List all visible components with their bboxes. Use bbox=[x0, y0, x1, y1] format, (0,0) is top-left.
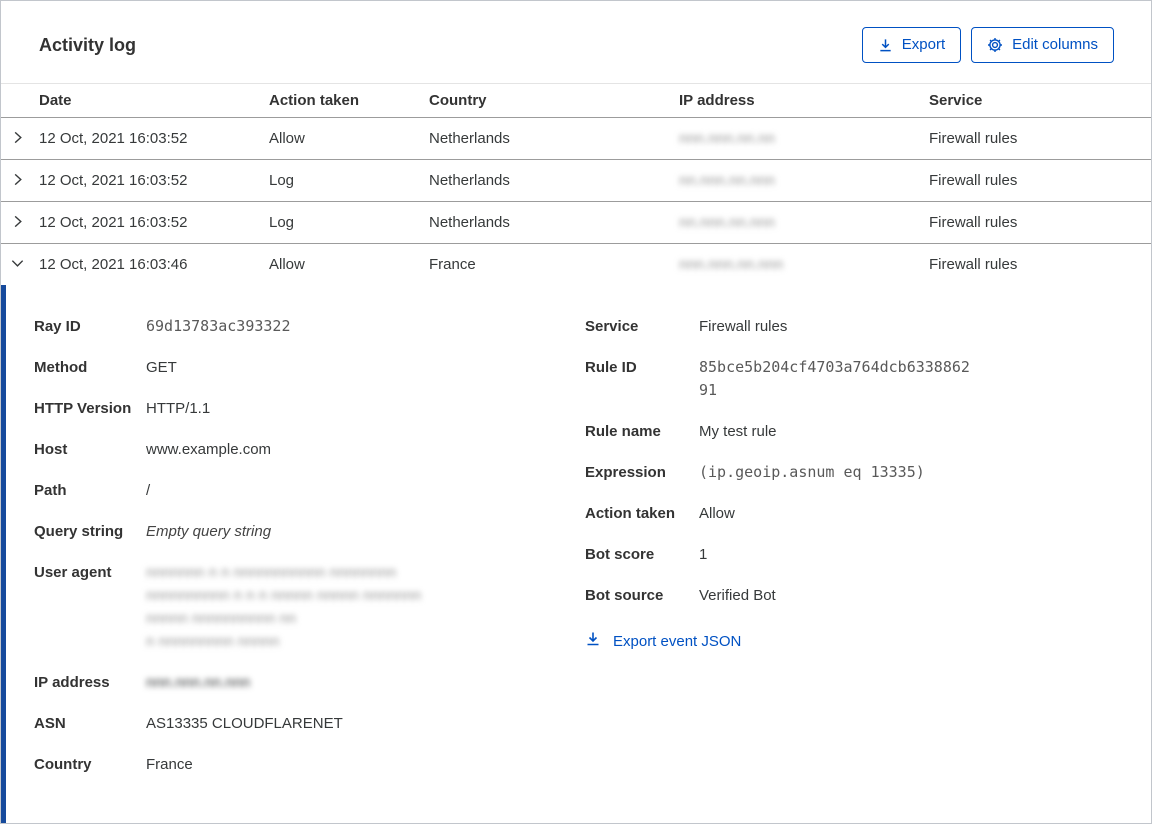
cell-service: Firewall rules bbox=[929, 130, 1018, 147]
cell-date: 12 Oct, 2021 16:03:52 bbox=[39, 172, 188, 189]
field-value-bot-source: Verified Bot bbox=[699, 587, 776, 604]
cell-ip-address-redacted: nnn.nnn.nn.nnn bbox=[679, 256, 784, 273]
edit-columns-button[interactable]: Edit columns bbox=[971, 27, 1114, 63]
field-label-rule-id: Rule ID bbox=[585, 359, 637, 376]
cell-country: Netherlands bbox=[429, 130, 510, 147]
table-row[interactable]: 12 Oct, 2021 16:03:52 Allow Netherlands … bbox=[1, 118, 1151, 160]
cell-action-taken: Allow bbox=[269, 256, 305, 273]
user-agent-line: nnnnnnnnnn n n n nnnnn nnnnn nnnnnnn bbox=[146, 587, 422, 604]
detail-left-column: Ray ID 69d13783ac393322 Method GET HTTP Ve… bbox=[34, 315, 585, 823]
field-value-rule-id: 85bce5b204cf4703a764dcb633886291 bbox=[699, 358, 970, 399]
table-row[interactable]: 12 Oct, 2021 16:03:52 Log Netherlands nn… bbox=[1, 160, 1151, 202]
chevron-right-icon bbox=[10, 130, 25, 148]
user-agent-line: n nnnnnnnnn nnnnn bbox=[146, 633, 280, 650]
field-label-expression: Expression bbox=[585, 464, 666, 481]
edit-columns-button-label: Edit columns bbox=[1012, 36, 1098, 53]
cell-ip-address-redacted: nnn.nnn.nn.nn bbox=[679, 130, 775, 147]
column-header-country: Country bbox=[429, 92, 487, 109]
export-button[interactable]: Export bbox=[861, 27, 962, 63]
field-value-action-taken: Allow bbox=[699, 505, 735, 522]
cell-service: Firewall rules bbox=[929, 256, 1018, 273]
field-value-query-string: Empty query string bbox=[146, 523, 272, 540]
expand-row-button[interactable] bbox=[10, 214, 25, 232]
cell-action-taken: Allow bbox=[269, 130, 305, 147]
column-header-action-taken: Action taken bbox=[269, 92, 360, 109]
field-value-asn: AS13335 CLOUDFLARENET bbox=[146, 715, 343, 732]
expand-row-button[interactable] bbox=[10, 130, 25, 148]
page-title: Activity log bbox=[39, 34, 137, 55]
export-event-json-label: Export event JSON bbox=[613, 632, 742, 650]
field-label-service: Service bbox=[585, 318, 639, 335]
table-row-expanded[interactable]: 12 Oct, 2021 16:03:46 Allow France nnn.n… bbox=[1, 244, 1151, 285]
toolbar: Export Edit columns bbox=[861, 27, 1114, 63]
event-detail-panel: Ray ID 69d13783ac393322 Method GET HTTP Ve… bbox=[1, 285, 1151, 823]
cell-country: Netherlands bbox=[429, 214, 510, 231]
chevron-down-icon bbox=[10, 256, 25, 274]
cell-ip-address-redacted: nn.nnn.nn.nnn bbox=[679, 172, 775, 189]
field-label-bot-score: Bot score bbox=[585, 546, 655, 563]
cell-date: 12 Oct, 2021 16:03:52 bbox=[39, 130, 188, 147]
field-value-ray-id: 69d13783ac393322 bbox=[146, 317, 291, 335]
field-value-service: Firewall rules bbox=[699, 318, 788, 335]
field-label-user-agent: User agent bbox=[34, 564, 112, 581]
field-value-rule-name: My test rule bbox=[699, 423, 777, 440]
chevron-right-icon bbox=[10, 172, 25, 190]
field-label-http-version: HTTP Version bbox=[34, 400, 132, 417]
cell-country: France bbox=[429, 256, 476, 273]
cell-action-taken: Log bbox=[269, 172, 295, 189]
download-icon bbox=[878, 38, 893, 53]
field-value-bot-score: 1 bbox=[699, 546, 708, 563]
user-agent-line: nnnnn nnnnnnnnnn nn bbox=[146, 610, 297, 627]
gear-icon bbox=[987, 37, 1003, 53]
cell-date: 12 Oct, 2021 16:03:52 bbox=[39, 214, 188, 231]
field-label-bot-source: Bot source bbox=[585, 587, 664, 604]
field-label-path: Path bbox=[34, 482, 67, 499]
collapse-row-button[interactable] bbox=[10, 256, 25, 274]
cell-service: Firewall rules bbox=[929, 172, 1018, 189]
field-label-method: Method bbox=[34, 359, 88, 376]
download-icon bbox=[585, 631, 601, 651]
column-header-service: Service bbox=[929, 92, 983, 109]
cell-country: Netherlands bbox=[429, 172, 510, 189]
user-agent-line: nnnnnnn n n nnnnnnnnnnn nnnnnnnn bbox=[146, 564, 397, 581]
field-label-rule-name: Rule name bbox=[585, 423, 661, 440]
field-value-method: GET bbox=[146, 359, 177, 376]
cell-action-taken: Log bbox=[269, 214, 295, 231]
table-header-row: Date Action taken Country IP address Ser… bbox=[1, 83, 1151, 118]
cell-date: 12 Oct, 2021 16:03:46 bbox=[39, 256, 188, 273]
field-label-query-string: Query string bbox=[34, 523, 124, 540]
field-value-http-version: HTTP/1.1 bbox=[146, 400, 211, 417]
field-value-host: www.example.com bbox=[146, 441, 272, 458]
expand-row-button[interactable] bbox=[10, 172, 25, 190]
field-label-action-taken: Action taken bbox=[585, 505, 676, 522]
field-value-country: France bbox=[146, 756, 193, 773]
field-value-user-agent-redacted: nnnnnnn n n nnnnnnnnnnn nnnnnnnn nnnnnnn… bbox=[146, 561, 421, 653]
field-label-country: Country bbox=[34, 756, 92, 773]
cell-ip-address-redacted: nn.nnn.nn.nnn bbox=[679, 214, 775, 231]
table-row[interactable]: 12 Oct, 2021 16:03:52 Log Netherlands nn… bbox=[1, 202, 1151, 244]
activity-log-panel: Activity log Export Edit columns Date Ac… bbox=[0, 0, 1152, 824]
topbar: Activity log Export Edit columns bbox=[1, 1, 1151, 83]
cell-service: Firewall rules bbox=[929, 214, 1018, 231]
export-button-label: Export bbox=[901, 36, 946, 53]
field-label-host: Host bbox=[34, 441, 68, 458]
column-header-ip-address: IP address bbox=[679, 92, 755, 109]
chevron-right-icon bbox=[10, 214, 25, 232]
field-label-ip-address: IP address bbox=[34, 674, 110, 691]
field-value-expression: (ip.geoip.asnum eq 13335) bbox=[699, 463, 925, 481]
field-label-asn: ASN bbox=[34, 715, 66, 732]
field-value-path: / bbox=[146, 482, 151, 499]
detail-right-column: Service Firewall rules Rule ID 85bce5b204c… bbox=[585, 315, 1151, 823]
column-header-date: Date bbox=[39, 92, 72, 109]
field-label-ray-id: Ray ID bbox=[34, 318, 81, 335]
export-event-json-link[interactable]: Export event JSON bbox=[585, 631, 741, 651]
field-value-ip-address-redacted: nnn.nnn.nn.nnn bbox=[146, 674, 251, 691]
